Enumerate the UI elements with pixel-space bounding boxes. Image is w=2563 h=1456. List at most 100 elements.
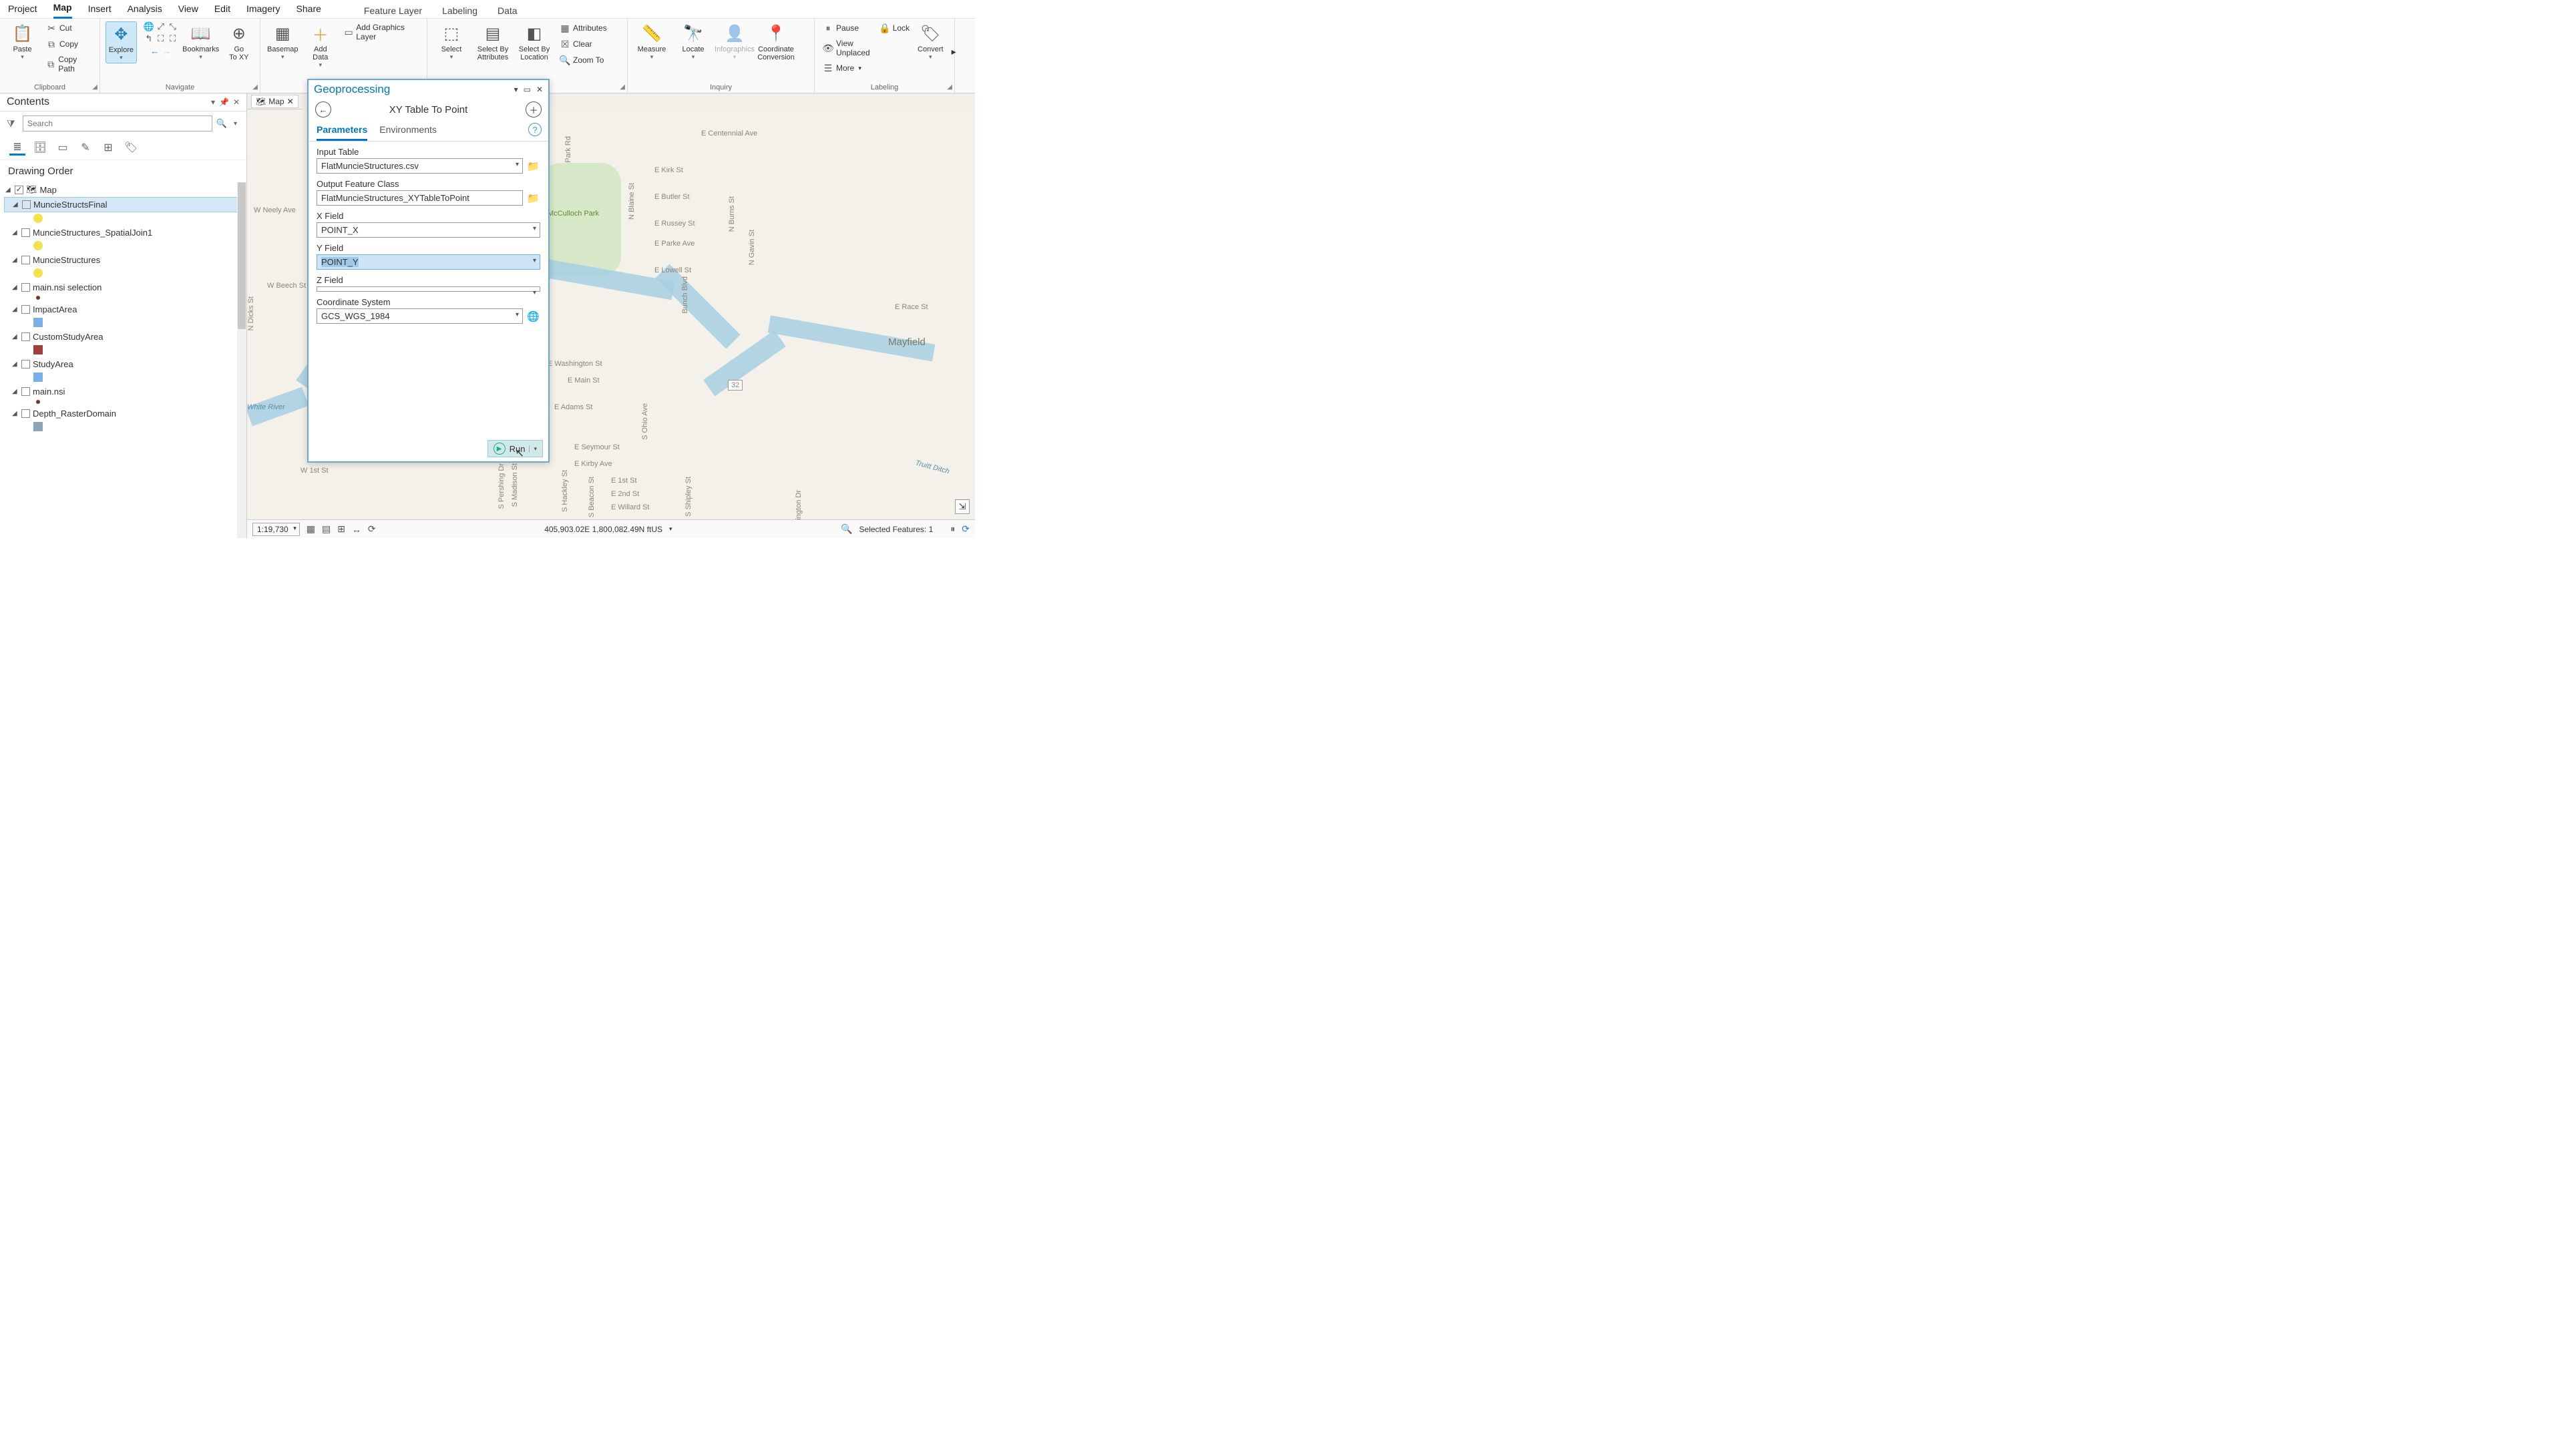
map-checkbox[interactable]	[15, 186, 23, 194]
gp-tab-parameters[interactable]: Parameters	[317, 124, 367, 141]
search-icon[interactable]: 🔍	[216, 118, 227, 129]
goto-xy-button[interactable]: ⊕ Go To XY	[224, 21, 254, 63]
cut-button[interactable]: ✂Cut	[43, 21, 94, 35]
toc-tree[interactable]: ◢ 🗺 Map ◢ MuncieStructsFinal◢ MuncieStru…	[0, 182, 246, 538]
layer-node[interactable]: ◢ MuncieStructures_SpatialJoin1	[4, 226, 242, 240]
more-labeling-button[interactable]: ☰More▾	[820, 61, 873, 75]
tab-insert[interactable]: Insert	[88, 3, 112, 18]
gp-run-button[interactable]: ▶ Run ▾	[487, 440, 543, 457]
gp-yfield-select[interactable]: POINT_Y	[317, 254, 540, 270]
attributes-button[interactable]: ▦Attributes	[557, 21, 610, 35]
select-by-attr-button[interactable]: ▤Select By Attributes	[474, 21, 512, 63]
paste-button[interactable]: 📋 Paste ▾	[5, 21, 39, 62]
pause-labels-button[interactable]: ⏸Pause	[820, 21, 873, 35]
layer-node[interactable]: ◢ ImpactArea	[4, 302, 242, 316]
collapse-icon[interactable]: ◢	[12, 306, 19, 313]
coord-dropdown-icon[interactable]: ▾	[669, 525, 672, 533]
collapse-icon[interactable]: ◢	[12, 333, 19, 340]
back-arrow-icon[interactable]: ←	[150, 45, 160, 56]
filter-icon[interactable]: ⧩	[7, 118, 19, 130]
clear-selection-button[interactable]: ☒Clear	[557, 37, 610, 51]
tab-imagery[interactable]: Imagery	[246, 3, 280, 18]
tab-view[interactable]: View	[178, 3, 198, 18]
layer-checkbox[interactable]	[22, 200, 31, 209]
zoom-out-fixed-icon[interactable]: ⤡	[168, 21, 178, 32]
tab-project[interactable]: Project	[8, 3, 37, 18]
layer-node[interactable]: ◢ StudyArea	[4, 357, 242, 371]
list-by-editing-icon[interactable]: ✎	[77, 140, 93, 156]
gp-help-icon[interactable]: ?	[528, 123, 542, 136]
layer-checkbox[interactable]	[21, 409, 30, 418]
layer-checkbox[interactable]	[21, 256, 30, 264]
add-data-button[interactable]: ＋Add Data▾	[304, 21, 338, 70]
list-by-snapping-icon[interactable]: ⊞	[100, 140, 116, 156]
contents-dropdown-icon[interactable]: ▾	[211, 97, 215, 107]
layer-node[interactable]: ◢ Depth_RasterDomain	[4, 407, 242, 421]
collapse-icon[interactable]: ◢	[12, 410, 19, 417]
layer-node[interactable]: ◢ main.nsi selection	[4, 280, 242, 294]
tab-analysis[interactable]: Analysis	[128, 3, 162, 18]
collapse-icon[interactable]: ◢	[12, 229, 19, 236]
view-unplaced-button[interactable]: 👁View Unplaced	[820, 37, 873, 59]
selection-dialog-launcher[interactable]: ◢	[620, 83, 625, 91]
gp-tab-environments[interactable]: Environments	[379, 124, 437, 141]
tab-share[interactable]: Share	[297, 3, 321, 18]
bookmarks-button[interactable]: 📖 Bookmarks ▾	[182, 21, 220, 62]
selected-features-icon[interactable]: 🔍	[841, 523, 852, 535]
gp-input-table-select[interactable]: FlatMuncieStructures.csv	[317, 158, 523, 174]
layer-checkbox[interactable]	[21, 228, 30, 237]
collapse-icon[interactable]: ◢	[5, 186, 12, 194]
measure-button[interactable]: 📏Measure▾	[633, 21, 670, 62]
layer-checkbox[interactable]	[21, 360, 30, 369]
lock-labels-button[interactable]: 🔒Lock	[877, 21, 912, 35]
collapse-icon[interactable]: ◢	[12, 388, 19, 395]
dynamic-icon[interactable]: ⟳	[368, 523, 376, 535]
gp-output-input[interactable]: FlatMuncieStructures_XYTableToPoint	[317, 190, 523, 206]
layer-checkbox[interactable]	[21, 283, 30, 292]
labeling-dialog-launcher[interactable]: ◢	[947, 83, 952, 91]
map-navigator-icon[interactable]: ⇲	[955, 499, 970, 514]
constraint-icon[interactable]: ▦	[307, 523, 315, 535]
folder-icon[interactable]: 📁	[527, 192, 540, 204]
explore-button[interactable]: ✥ Explore ▾	[106, 21, 137, 63]
collapse-icon[interactable]: ◢	[13, 201, 19, 208]
collapse-icon[interactable]: ◢	[12, 284, 19, 291]
run-dropdown-icon[interactable]: ▾	[529, 445, 537, 453]
contents-search-input[interactable]	[23, 115, 212, 132]
collapse-icon[interactable]: ◢	[12, 360, 19, 368]
list-by-labeling-icon[interactable]: 🏷	[123, 140, 139, 156]
globe-icon[interactable]: 🌐	[527, 310, 540, 322]
tab-feature-layer[interactable]: Feature Layer	[364, 5, 422, 16]
gp-maximize-icon[interactable]: ▭	[524, 85, 531, 94]
copy-button[interactable]: ⧉Copy	[43, 37, 94, 51]
ribbon-overflow[interactable]: ▸	[949, 45, 959, 59]
navigate-dialog-launcher[interactable]: ◢	[252, 83, 258, 91]
coord-conversion-button[interactable]: 📍Coordinate Conversion	[757, 21, 795, 63]
tab-labeling[interactable]: Labeling	[442, 5, 477, 16]
refresh-icon[interactable]: ⟳	[962, 523, 970, 535]
folder-icon[interactable]: 📁	[527, 160, 540, 172]
select-button[interactable]: ⬚Select▾	[433, 21, 470, 62]
add-graphics-layer-button[interactable]: ▭Add Graphics Layer	[341, 21, 421, 43]
map-tab[interactable]: 🗺Map✕	[251, 95, 299, 108]
infographics-button[interactable]: 👤Infographics▾	[716, 21, 753, 62]
basemap-button[interactable]: ▦Basemap▾	[266, 21, 300, 62]
full-extent-icon[interactable]: 🌐	[144, 21, 154, 32]
contents-close-icon[interactable]: ✕	[233, 97, 240, 107]
select-by-loc-button[interactable]: ◧Select By Location	[516, 21, 553, 63]
list-by-drawing-order-icon[interactable]: ≣	[9, 140, 25, 156]
convert-labels-button[interactable]: 🏷Convert▾	[916, 21, 945, 62]
fwd-arrow-icon[interactable]: →	[162, 45, 172, 56]
layer-node[interactable]: ◢ main.nsi	[4, 385, 242, 399]
gp-xfield-select[interactable]: POINT_X	[317, 222, 540, 238]
layer-checkbox[interactable]	[21, 332, 30, 341]
grid-icon[interactable]: ⊞	[337, 523, 345, 535]
contents-pin-icon[interactable]: 📌	[219, 97, 229, 107]
tab-map[interactable]: Map	[53, 2, 72, 19]
layer-checkbox[interactable]	[21, 305, 30, 314]
zoom-to-button[interactable]: 🔍Zoom To	[557, 53, 610, 67]
collapse-icon[interactable]: ⛶	[168, 33, 178, 44]
tab-data[interactable]: Data	[498, 5, 518, 16]
copy-path-button[interactable]: ⧉Copy Path	[43, 53, 94, 75]
locate-button[interactable]: 🔭Locate▾	[674, 21, 712, 62]
